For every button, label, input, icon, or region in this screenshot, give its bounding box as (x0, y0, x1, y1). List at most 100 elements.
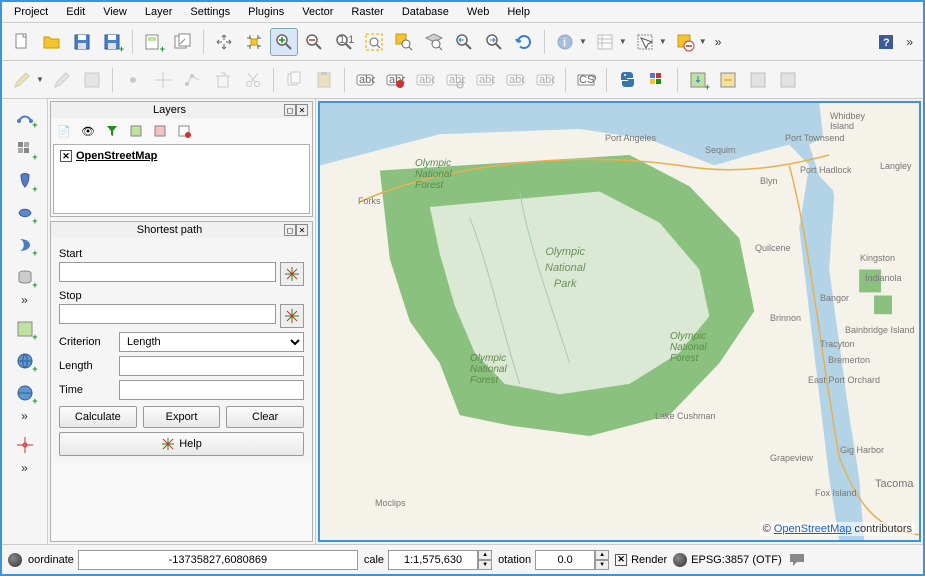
menu-database[interactable]: Database (394, 4, 457, 20)
add-vector-layer-button[interactable]: + (10, 102, 40, 132)
cut-button[interactable] (239, 66, 267, 94)
rotation-spinner[interactable]: ▲▼ (595, 550, 609, 570)
abc-highlight-button[interactable]: abc (381, 66, 409, 94)
select-dropdown[interactable]: ▼ (659, 37, 667, 46)
toolbar1-overflow[interactable]: » (711, 35, 726, 49)
sp-clear-button[interactable]: Clear (226, 406, 304, 428)
zoom-to-layer-button[interactable] (420, 28, 448, 56)
identify-button[interactable]: i (551, 28, 579, 56)
left-toolbar-overflow-3[interactable]: » (17, 461, 32, 475)
coordinate-capture-button[interactable] (10, 430, 40, 460)
abc-change-button[interactable]: abc (531, 66, 559, 94)
zoom-full-button[interactable] (360, 28, 388, 56)
sp-start-input[interactable] (59, 262, 276, 282)
abc-pin-button[interactable]: abc (411, 66, 439, 94)
add-feature-button[interactable] (119, 66, 147, 94)
add-wfs-layer-button[interactable]: + (10, 378, 40, 408)
select-button[interactable] (631, 28, 659, 56)
rotation-input[interactable] (535, 550, 595, 570)
toggle-editing-button[interactable] (48, 66, 76, 94)
pan-to-selection-button[interactable] (240, 28, 268, 56)
identify-dropdown[interactable]: ▼ (579, 37, 587, 46)
layers-tree[interactable]: ✕ OpenStreetMap (53, 144, 310, 214)
abc-label-button[interactable]: abc (351, 66, 379, 94)
coord-input[interactable] (78, 550, 358, 570)
paste-button[interactable] (310, 66, 338, 94)
zoom-to-selection-button[interactable] (390, 28, 418, 56)
crs-globe-icon[interactable] (673, 553, 687, 567)
attributes-dropdown[interactable]: ▼ (619, 37, 627, 46)
move-feature-button[interactable] (149, 66, 177, 94)
layers-remove-icon[interactable] (173, 120, 195, 142)
menu-help[interactable]: Help (499, 4, 538, 20)
abc-rotate-button[interactable]: abc (501, 66, 529, 94)
menu-vector[interactable]: Vector (294, 4, 341, 20)
menu-view[interactable]: View (95, 4, 135, 20)
sp-panel-close[interactable]: ✕ (296, 224, 308, 236)
new-project-button[interactable] (8, 28, 36, 56)
add-raster-layer-button[interactable]: + (10, 134, 40, 164)
scale-spinner[interactable]: ▲▼ (478, 550, 492, 570)
map-canvas[interactable]: Olympic National Park Olympic National F… (318, 101, 921, 542)
sp-calculate-button[interactable]: Calculate (59, 406, 137, 428)
grid-button[interactable] (643, 66, 671, 94)
zoom-next-button[interactable] (480, 28, 508, 56)
layers-collapse-icon[interactable] (149, 120, 171, 142)
menu-web[interactable]: Web (459, 4, 497, 20)
scale-input[interactable] (388, 550, 478, 570)
sp-panel-undock[interactable]: ◻ (284, 224, 296, 236)
sp-time-input[interactable] (119, 380, 304, 400)
edit-dropdown[interactable]: ▼ (36, 75, 44, 84)
layers-panel-close[interactable]: ✕ (296, 104, 308, 116)
sp-export-button[interactable]: Export (143, 406, 221, 428)
open-project-button[interactable] (38, 28, 66, 56)
add-postgis-layer-button[interactable]: + (10, 166, 40, 196)
menu-project[interactable]: Project (6, 4, 56, 20)
deselect-button[interactable] (671, 28, 699, 56)
add-wms-layer-button[interactable]: + (10, 314, 40, 344)
messages-icon[interactable] (788, 552, 806, 568)
add-spatialite-layer-button[interactable]: + (10, 198, 40, 228)
left-toolbar-overflow-1[interactable]: » (17, 293, 32, 307)
zoom-out-button[interactable] (300, 28, 328, 56)
add-oracle-layer-button[interactable]: + (10, 262, 40, 292)
attributes-button[interactable] (591, 28, 619, 56)
add-mssql-layer-button[interactable]: + (10, 230, 40, 260)
osm-export-button[interactable] (744, 66, 772, 94)
menu-raster[interactable]: Raster (343, 4, 391, 20)
node-tool-button[interactable] (179, 66, 207, 94)
layer-checkbox[interactable]: ✕ (60, 150, 72, 162)
layers-panel-undock[interactable]: ◻ (284, 104, 296, 116)
menu-settings[interactable]: Settings (182, 4, 238, 20)
edit-pencil-button[interactable] (8, 66, 36, 94)
layers-add-group-icon[interactable]: 📄 (53, 120, 75, 142)
deselect-dropdown[interactable]: ▼ (699, 37, 707, 46)
composer-manager-button[interactable] (169, 28, 197, 56)
layers-expand-icon[interactable] (125, 120, 147, 142)
layers-visibility-icon[interactable]: 👁 (77, 120, 99, 142)
abc-show-button[interactable]: abc (441, 66, 469, 94)
add-wcs-layer-button[interactable]: + (10, 346, 40, 376)
layer-row-openstreetmap[interactable]: ✕ OpenStreetMap (58, 149, 305, 163)
osm-settings-button[interactable] (774, 66, 802, 94)
sp-stop-pick-button[interactable] (280, 304, 304, 328)
layers-filter-icon[interactable] (101, 120, 123, 142)
map-attribution-link[interactable]: OpenStreetMap (774, 523, 852, 535)
sp-length-input[interactable] (119, 356, 304, 376)
help-button[interactable]: ? (872, 28, 900, 56)
left-toolbar-overflow-2[interactable]: » (17, 409, 32, 423)
statusbar-globe-icon[interactable] (8, 553, 22, 567)
refresh-button[interactable] (510, 28, 538, 56)
new-print-composer-button[interactable]: + (139, 28, 167, 56)
crs-label[interactable]: EPSG:3857 (OTF) (691, 554, 781, 566)
sp-stop-input[interactable] (59, 304, 276, 324)
pan-button[interactable] (210, 28, 238, 56)
zoom-in-button[interactable] (270, 28, 298, 56)
sp-help-button[interactable]: Help (59, 432, 304, 456)
python-console-button[interactable] (613, 66, 641, 94)
zoom-native-button[interactable]: 1:1 (330, 28, 358, 56)
menu-plugins[interactable]: Plugins (240, 4, 292, 20)
abc-move-button[interactable]: abc (471, 66, 499, 94)
menu-layer[interactable]: Layer (137, 4, 181, 20)
save-as-button[interactable]: + (98, 28, 126, 56)
